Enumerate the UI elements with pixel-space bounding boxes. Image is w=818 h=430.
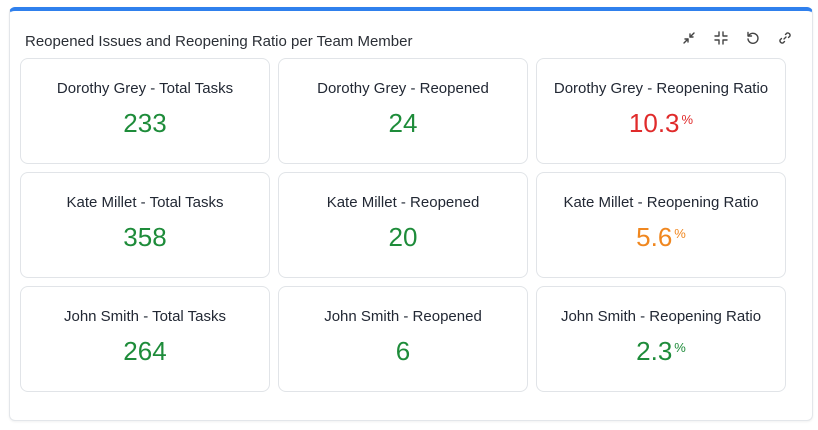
refresh-icon[interactable] (744, 29, 762, 47)
link-icon[interactable] (776, 29, 794, 47)
stat-card-value: 20 (388, 222, 418, 252)
stat-card-label: Dorothy Grey - Total Tasks (56, 80, 234, 97)
stat-card-value-row: 233 (21, 108, 269, 138)
stat-card-label: Kate Millet - Total Tasks (66, 194, 224, 211)
stat-card-value-row: 264 (21, 336, 269, 366)
stat-card-value: 10.3 (628, 108, 680, 138)
stat-card-value-row: 358 (21, 222, 269, 252)
stat-card[interactable]: Kate Millet - Reopening Ratio 5.6% (536, 172, 786, 278)
stat-card-value: 358 (123, 222, 167, 252)
stat-card[interactable]: John Smith - Reopening Ratio 2.3% (536, 286, 786, 392)
stat-card-value-row: 6 (279, 336, 527, 366)
collapse-icon[interactable] (712, 29, 730, 47)
stat-card-value-row: 5.6% (537, 222, 785, 252)
stat-card[interactable]: John Smith - Total Tasks 264 (20, 286, 270, 392)
stat-card-value-row: 20 (279, 222, 527, 252)
stat-card-value-row: 24 (279, 108, 527, 138)
stat-card-value: 233 (123, 108, 167, 138)
stat-card-value: 6 (395, 336, 411, 366)
stat-card-label: Kate Millet - Reopened (326, 194, 480, 211)
stat-card-label: John Smith - Reopened (324, 308, 482, 325)
stat-card-label: Kate Millet - Reopening Ratio (563, 194, 759, 211)
stat-card-label: Dorothy Grey - Reopening Ratio (553, 80, 769, 97)
panel-title: Reopened Issues and Reopening Ratio per … (25, 33, 413, 50)
stat-card-label: John Smith - Total Tasks (63, 308, 227, 325)
stat-card-unit: % (681, 112, 694, 127)
shrink-arrows-icon[interactable] (680, 29, 698, 47)
stat-card-label: John Smith - Reopening Ratio (560, 308, 762, 325)
stat-card[interactable]: Dorothy Grey - Reopening Ratio 10.3% (536, 58, 786, 164)
stat-card-value-row: 10.3% (537, 108, 785, 138)
stat-card[interactable]: Dorothy Grey - Total Tasks 233 (20, 58, 270, 164)
stat-card-value: 5.6 (636, 222, 673, 252)
stat-card-unit: % (674, 226, 686, 241)
stat-card[interactable]: John Smith - Reopened 6 (278, 286, 528, 392)
stat-card[interactable]: Kate Millet - Reopened 20 (278, 172, 528, 278)
stats-grid: Dorothy Grey - Total Tasks 233 Dorothy Gre… (20, 58, 786, 392)
panel-actions (680, 29, 794, 47)
stat-card[interactable]: Kate Millet - Total Tasks 358 (20, 172, 270, 278)
stat-card-unit: % (674, 340, 686, 355)
stat-card-value: 24 (388, 108, 418, 138)
stat-card-label: Dorothy Grey - Reopened (317, 80, 489, 97)
stat-card-value: 264 (123, 336, 167, 366)
stat-card-value-row: 2.3% (537, 336, 785, 366)
stat-card[interactable]: Dorothy Grey - Reopened 24 (278, 58, 528, 164)
stat-card-value: 2.3 (636, 336, 673, 366)
